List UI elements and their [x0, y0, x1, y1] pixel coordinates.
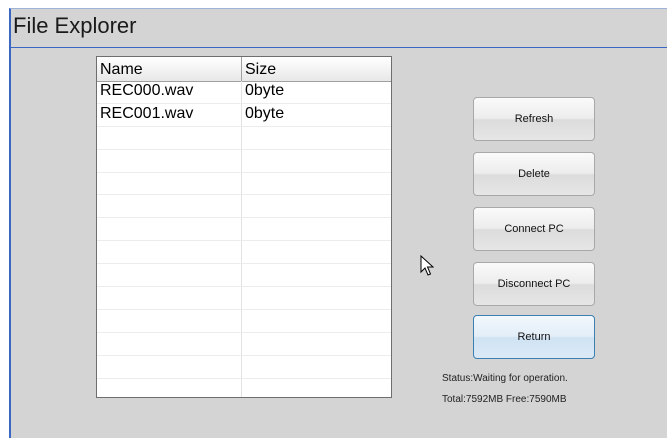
- storage-info: Total:7592MB Free:7590MB: [442, 394, 567, 405]
- table-row[interactable]: [97, 379, 391, 397]
- table-row[interactable]: REC000.wav 0byte: [97, 81, 391, 104]
- table-row[interactable]: [97, 150, 391, 173]
- column-header-name[interactable]: Name: [100, 57, 240, 81]
- return-button[interactable]: Return: [473, 315, 595, 359]
- column-divider: [241, 57, 242, 81]
- table-header: Name Size: [97, 57, 391, 82]
- file-size-cell: 0byte: [245, 82, 285, 99]
- status-message: Status:Waiting for operation.: [442, 373, 568, 384]
- file-size-cell: 0byte: [245, 104, 285, 122]
- table-row[interactable]: [97, 127, 391, 150]
- file-table[interactable]: Name Size REC000.wav 0byte REC001.wav 0byte: [96, 56, 392, 398]
- table-row[interactable]: [97, 195, 391, 219]
- table-row[interactable]: [97, 356, 391, 379]
- table-row[interactable]: [97, 241, 391, 265]
- connect-pc-button[interactable]: Connect PC: [473, 207, 595, 251]
- window-title: File Explorer: [13, 13, 137, 38]
- refresh-button[interactable]: Refresh: [473, 97, 595, 141]
- table-row[interactable]: [97, 173, 391, 196]
- table-row[interactable]: [97, 287, 391, 310]
- disconnect-pc-button[interactable]: Disconnect PC: [473, 262, 595, 306]
- table-row[interactable]: REC001.wav 0byte: [97, 104, 391, 127]
- table-row[interactable]: [97, 264, 391, 288]
- file-name-cell: REC001.wav: [100, 104, 194, 122]
- arrow-cursor-icon: [420, 254, 435, 282]
- table-row[interactable]: [97, 218, 391, 242]
- file-name-cell: REC000.wav: [100, 82, 194, 99]
- delete-button[interactable]: Delete: [473, 152, 595, 196]
- title-divider: [11, 47, 667, 48]
- table-body: REC000.wav 0byte REC001.wav 0byte: [97, 81, 391, 397]
- column-header-size[interactable]: Size: [245, 57, 385, 81]
- table-row[interactable]: [97, 333, 391, 356]
- table-row[interactable]: [97, 310, 391, 333]
